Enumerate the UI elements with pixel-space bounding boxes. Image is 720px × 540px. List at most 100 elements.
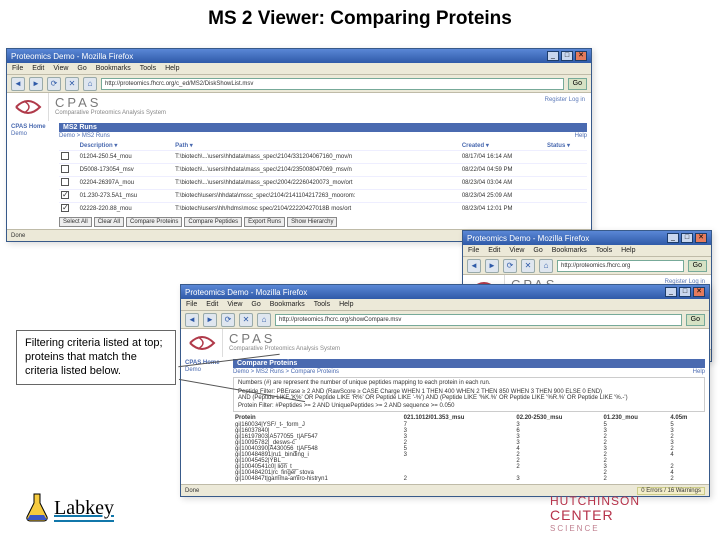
back-button[interactable]: ◄ [11, 77, 25, 91]
menubar: File Edit View Go Bookmarks Tools Help [7, 63, 591, 75]
col-path[interactable]: Path ▾ [173, 141, 460, 151]
col-run1[interactable]: 021.1012/01.353_msu [402, 414, 515, 422]
menu-view[interactable]: View [53, 65, 68, 72]
address-bar[interactable]: http://proteomics.fhcrc.org/showCompare.… [275, 314, 682, 326]
col-run3[interactable]: 01.230_mou [602, 414, 669, 422]
checkbox[interactable] [61, 165, 69, 173]
sidebar-item-demo[interactable]: Demo [11, 131, 51, 137]
menu-go[interactable]: Go [77, 65, 86, 72]
cpas-banner: CPAS Comparative Proteomics Analysis Sys… [7, 93, 591, 121]
breadcrumb[interactable]: Demo > MS2 Runs Help [59, 133, 587, 139]
window3-title: Proteomics Demo - Mozilla Firefox [467, 234, 667, 243]
checkbox[interactable] [61, 178, 69, 186]
fhcrc-logo [7, 93, 49, 121]
stop-button[interactable]: ✕ [521, 259, 535, 273]
reload-button[interactable]: ⟳ [221, 313, 235, 327]
minimize-button[interactable]: _ [667, 233, 679, 243]
section-header: Compare Proteins [233, 359, 705, 368]
toolbar: ◄ ► ⟳ ✕ ⌂ http://proteomics.fhcrc.org/c_… [7, 75, 591, 93]
select-all-button[interactable]: Select All [59, 217, 92, 227]
home-button[interactable]: ⌂ [539, 259, 553, 273]
close-button[interactable]: ✕ [695, 233, 707, 243]
home-button[interactable]: ⌂ [83, 77, 97, 91]
back-button[interactable]: ◄ [467, 259, 481, 273]
table-row: 02204-26397A_mouT:\biotech\...\users\hhd… [59, 177, 587, 190]
filter-box: Numbers (#) are represent the number of … [233, 377, 705, 412]
warnings-badge[interactable]: 0 Errors / 16 Warnings [637, 487, 705, 495]
table-row: 01204-250.54_mouT:\biotech\...\users\hhd… [59, 151, 587, 164]
col-run2[interactable]: 02.20-2530_msu [514, 414, 601, 422]
maximize-button[interactable]: □ [679, 287, 691, 297]
forward-button[interactable]: ► [203, 313, 217, 327]
runs-table: Description ▾ Path ▾ Created ▾ Status ▾ … [59, 141, 587, 215]
table-row: gi|1004847t|gamma-amiro-histryn12322 [233, 476, 705, 482]
button-row: Select All Clear All Compare Proteins Co… [59, 217, 587, 227]
col-status[interactable]: Status ▾ [545, 141, 587, 151]
address-bar[interactable]: http://proteomics.fhcrc.org/c_ed/MS2/Dis… [101, 78, 564, 90]
menubar: File Edit View Go Bookmarks Tools Help [463, 245, 711, 257]
close-button[interactable]: ✕ [575, 51, 587, 61]
home-button[interactable]: ⌂ [257, 313, 271, 327]
stop-button[interactable]: ✕ [65, 77, 79, 91]
go-button[interactable]: Go [688, 260, 707, 272]
window1-titlebar[interactable]: Proteomics Demo - Mozilla Firefox _ □ ✕ [7, 49, 591, 63]
close-button[interactable]: ✕ [693, 287, 705, 297]
window2-titlebar[interactable]: Proteomics Demo - Mozilla Firefox _ □ ✕ [181, 285, 709, 299]
checkbox[interactable] [61, 152, 69, 160]
slide-title: MS 2 Viewer: Comparing Proteins [0, 8, 720, 30]
cpas-subtitle: Comparative Proteomics Analysis System [55, 110, 533, 116]
help-link[interactable]: Help [575, 133, 587, 139]
annotation-callout: Filtering criteria listed at top; protei… [16, 330, 176, 385]
col-description[interactable]: Description ▾ [78, 141, 173, 151]
menu-tools[interactable]: Tools [140, 65, 156, 72]
table-row: D5008-173054_msvT:\biotech\...\users\hhd… [59, 164, 587, 177]
breadcrumb[interactable]: Demo > MS2 Runs > Compare ProteinsHelp [233, 369, 705, 375]
menu-help[interactable]: Help [165, 65, 179, 72]
maximize-button[interactable]: □ [681, 233, 693, 243]
forward-button[interactable]: ► [485, 259, 499, 273]
cpas-banner: CPASComparative Proteomics Analysis Syst… [181, 329, 709, 357]
clear-all-button[interactable]: Clear All [94, 217, 124, 227]
cpas-title: CPAS [55, 95, 533, 110]
show-hierarchy-button[interactable]: Show Hierarchy [287, 217, 337, 227]
minimize-button[interactable]: _ [547, 51, 559, 61]
menu-file[interactable]: File [12, 65, 23, 72]
compare-peptides-button[interactable]: Compare Peptides [184, 217, 242, 227]
export-runs-button[interactable]: Export Runs [244, 217, 285, 227]
stop-button[interactable]: ✕ [239, 313, 253, 327]
reload-button[interactable]: ⟳ [47, 77, 61, 91]
section-header: MS2 Runs [59, 123, 587, 132]
table-row: 01.230-273.5A1_msuT:\biotech\users\hhdat… [59, 190, 587, 203]
toolbar: ◄ ► ⟳ ✕ ⌂ http://proteomics.fhcrc.org Go [463, 257, 711, 275]
col-run4[interactable]: 4.05m [668, 414, 705, 422]
sidebar: CPAS Home Demo [7, 121, 55, 229]
checkbox[interactable] [61, 204, 69, 212]
reload-button[interactable]: ⟳ [503, 259, 517, 273]
address-bar[interactable]: http://proteomics.fhcrc.org [557, 260, 684, 272]
compare-table: Protein 021.1012/01.353_msu 02.20-2530_m… [233, 414, 705, 482]
toolbar: ◄ ► ⟳ ✕ ⌂ http://proteomics.fhcrc.org/sh… [181, 311, 709, 329]
sidebar-head[interactable]: CPAS Home [11, 124, 51, 130]
auth-links[interactable]: Register Log in [539, 93, 591, 121]
menubar: File Edit View Go Bookmarks Tools Help [181, 299, 709, 311]
maximize-button[interactable]: □ [561, 51, 573, 61]
minimize-button[interactable]: _ [665, 287, 677, 297]
window2-title: Proteomics Demo - Mozilla Firefox [185, 288, 665, 297]
go-button[interactable]: Go [686, 314, 705, 326]
labkey-logo: Labkey [24, 492, 114, 522]
col-protein[interactable]: Protein [233, 414, 402, 422]
go-button[interactable]: Go [568, 78, 587, 90]
window3-titlebar[interactable]: Proteomics Demo - Mozilla Firefox _ □ ✕ [463, 231, 711, 245]
flask-icon [24, 492, 50, 522]
compare-proteins-button[interactable]: Compare Proteins [126, 217, 182, 227]
hutchinson-footer-logo: HUTCHINSON CENTER SCIENCE [550, 495, 720, 534]
sidebar: CPAS Home Demo [181, 357, 229, 484]
table-row: 02228-220.88_mouT:\biotech\users\hh/hdms… [59, 203, 587, 216]
col-created[interactable]: Created ▾ [460, 141, 545, 151]
menu-bookmarks[interactable]: Bookmarks [96, 65, 131, 72]
back-button[interactable]: ◄ [185, 313, 199, 327]
forward-button[interactable]: ► [29, 77, 43, 91]
menu-edit[interactable]: Edit [32, 65, 44, 72]
checkbox[interactable] [61, 191, 69, 199]
fhcrc-logo [181, 329, 223, 357]
